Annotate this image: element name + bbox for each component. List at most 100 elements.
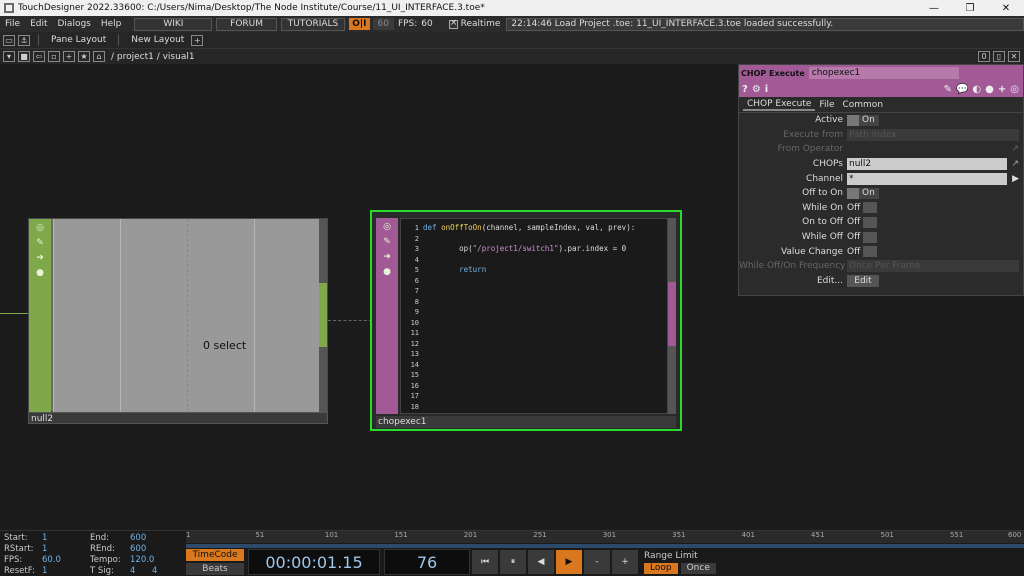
viewer-toggle-icon[interactable]: ◎ <box>34 222 46 234</box>
wiki-button[interactable]: WIKI <box>134 17 213 31</box>
param-label: Channel <box>806 173 843 184</box>
clone-icon[interactable]: ✎ <box>381 236 393 248</box>
play-arrow-icon[interactable]: ▶ <box>1012 174 1019 184</box>
loop-button[interactable]: Loop <box>644 562 678 574</box>
frequency-menu[interactable]: Once Per Frame <box>847 260 1019 273</box>
pane-menu-icon[interactable]: ▾ <box>3 51 15 62</box>
menu-edit[interactable]: Edit <box>25 19 52 29</box>
resetf-value[interactable]: 1 <box>42 566 90 576</box>
script-editor[interactable]: 1 2 3 4 5 6 7 8 9 10 11 12 13 14 15 16 17 18 def onOffToO… <box>400 218 668 414</box>
play-forward-button[interactable]: ▶ <box>556 550 582 574</box>
null-chop-node[interactable]: ◎ ✎ ➜ ● 0 select <box>28 218 328 412</box>
bypass-icon[interactable]: ● <box>34 267 46 279</box>
play-backward-button[interactable]: ◀ <box>528 550 554 574</box>
add-layout-button[interactable]: + <box>191 34 204 46</box>
tsig-numerator[interactable]: 4 <box>130 566 152 576</box>
active-toggle[interactable]: On <box>847 114 879 126</box>
arrow-right-icon[interactable]: ➜ <box>381 251 393 263</box>
frame-display[interactable]: 76 <box>384 549 470 575</box>
minimize-button[interactable]: — <box>916 3 952 14</box>
realtime-checkbox[interactable] <box>448 18 458 29</box>
line-number: 16 <box>410 381 419 390</box>
help-icon[interactable]: ? <box>742 84 748 95</box>
on-to-off-toggle[interactable]: Off <box>847 216 877 228</box>
edit-button[interactable]: Edit <box>847 274 879 287</box>
comment-icon[interactable]: 💬 <box>956 84 968 95</box>
forward-icon[interactable]: ▫ <box>48 51 60 62</box>
rend-value[interactable]: 600 <box>130 544 146 554</box>
network-path[interactable]: / project1 / visual1 <box>111 52 195 62</box>
anchor-icon[interactable]: ⚓ <box>18 34 30 46</box>
fps-value[interactable]: 60.0 <box>42 555 90 566</box>
operator-picker-icon[interactable]: ↗ <box>1011 159 1019 169</box>
clone-icon[interactable]: ✎ <box>34 237 46 249</box>
tutorials-button[interactable]: TUTORIALS <box>280 17 346 31</box>
add-icon[interactable]: + <box>998 84 1006 95</box>
rstart-value[interactable]: 1 <box>42 544 90 555</box>
split-pane-icon[interactable]: ▯ <box>993 51 1005 62</box>
tempo-value[interactable]: 120.0 <box>130 555 154 565</box>
close-pane-icon[interactable]: ✕ <box>1008 51 1020 62</box>
execute-from-menu[interactable]: Path Index <box>847 128 1019 141</box>
operator-picker-icon[interactable]: ↗ <box>1011 144 1019 154</box>
timeline-ruler[interactable]: 1 51 101 151 201 251 301 351 401 451 501 551 600 <box>186 531 1024 543</box>
script-code[interactable]: def onOffToOn(channel, sampleIndex, val,… <box>423 223 635 276</box>
chop-viewer[interactable]: 0 select <box>53 219 321 412</box>
line-number: 15 <box>410 371 419 379</box>
edit-icon[interactable]: ✎ <box>944 84 952 95</box>
viewer-toggle-icon[interactable]: ◎ <box>381 221 393 233</box>
pane-icon[interactable]: ▭ <box>3 34 15 46</box>
python-icon[interactable]: ● <box>985 84 994 95</box>
while-off-toggle[interactable]: Off <box>847 231 877 243</box>
node-name-chopexec1[interactable]: chopexec1 <box>376 416 676 428</box>
end-value[interactable]: 600 <box>130 533 146 543</box>
value-change-toggle[interactable]: Off <box>847 246 877 258</box>
chop-execute-node[interactable]: ◎ ✎ ➜ ● 1 2 3 4 5 6 7 8 9 10 11 12 13 14 15 16 17 18 def … <box>370 210 682 431</box>
tsig-denominator[interactable]: 4 <box>152 566 157 576</box>
menu-help[interactable]: Help <box>96 19 127 29</box>
perform-toggle-button[interactable]: O|I <box>349 18 370 30</box>
pause-button[interactable]: ⏸ <box>500 550 526 574</box>
maximize-button[interactable]: ❐ <box>952 3 988 14</box>
forum-button[interactable]: FORUM <box>216 17 277 31</box>
channel-field[interactable]: * <box>847 172 1007 185</box>
line-number: 10 <box>410 318 419 327</box>
close-button[interactable]: ✕ <box>988 3 1024 14</box>
back-icon[interactable]: ⇦ <box>33 51 45 62</box>
tab-common[interactable]: Common <box>838 100 887 110</box>
python-help-icon[interactable]: ⚙ <box>752 84 761 95</box>
tab-chop-execute[interactable]: CHOP Execute <box>743 99 816 111</box>
tab-file[interactable]: File <box>815 100 838 110</box>
home-icon[interactable]: ⌂ <box>93 51 105 62</box>
beats-button[interactable]: Beats <box>186 563 244 575</box>
timecode-button[interactable]: TimeCode <box>186 549 244 561</box>
operator-name-field[interactable]: chopexec1 <box>808 67 959 79</box>
pane-number[interactable]: 0 <box>978 51 990 62</box>
step-back-button[interactable]: - <box>584 550 610 574</box>
output-connector[interactable] <box>319 219 327 412</box>
line-number: 8 <box>414 297 419 306</box>
menu-file[interactable]: File <box>0 19 25 29</box>
start-value[interactable]: 1 <box>42 533 90 544</box>
bypass-icon[interactable]: ● <box>381 266 393 278</box>
grid-line <box>53 219 54 412</box>
add-operator-icon[interactable]: + <box>63 51 75 62</box>
node-name-null2[interactable]: null2 <box>28 412 328 424</box>
info-icon[interactable]: i <box>765 84 768 95</box>
rewind-button[interactable]: ⏮ <box>472 550 498 574</box>
chops-field[interactable]: null2 <box>847 158 1007 171</box>
clone-icon[interactable]: ◐ <box>972 84 981 95</box>
output-connector[interactable] <box>668 218 676 414</box>
target-icon[interactable]: ◎ <box>1010 84 1019 95</box>
timecode-display[interactable]: 00:00:01.15 <box>248 549 380 575</box>
line-numbers: 1 2 3 4 5 6 7 8 9 10 11 12 13 14 15 16 17 18 <box>401 223 419 412</box>
while-on-toggle[interactable]: Off <box>847 202 877 214</box>
stop-icon[interactable]: ■ <box>18 51 30 62</box>
step-forward-button[interactable]: + <box>612 550 638 574</box>
menu-dialogs[interactable]: Dialogs <box>53 19 96 29</box>
once-button[interactable]: Once <box>680 562 716 574</box>
arrow-right-icon[interactable]: ➜ <box>34 252 46 264</box>
off-to-on-toggle[interactable]: On <box>847 187 879 199</box>
fps-limit-field[interactable]: 60 <box>372 18 394 30</box>
bookmark-icon[interactable]: ★ <box>78 51 90 62</box>
